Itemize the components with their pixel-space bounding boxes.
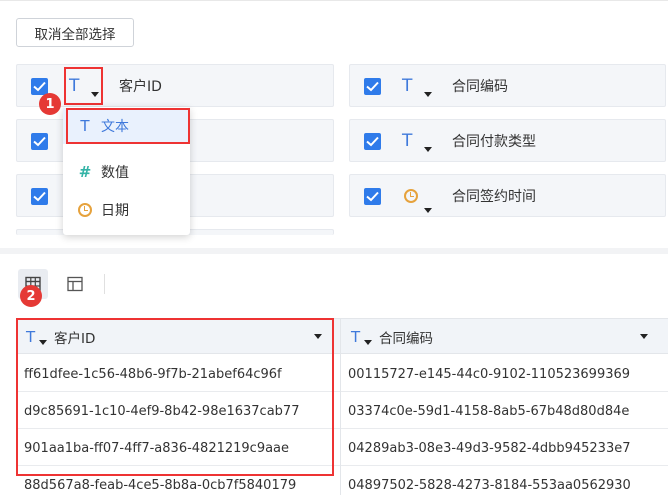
chevron-down-icon	[424, 147, 432, 152]
table-cell: 04289ab3-08e3-49d3-9582-4dbb945233e7	[348, 440, 631, 456]
section-divider	[0, 248, 668, 254]
field-checkbox[interactable]	[364, 133, 381, 150]
date-type-icon	[75, 203, 95, 217]
field-checkbox[interactable]	[364, 78, 381, 95]
table-cell: 04897502-5828-4273-8184-553aa0562930	[348, 477, 631, 493]
dropdown-item-label: 数值	[101, 165, 129, 181]
layout-panel-icon	[67, 276, 83, 292]
dropdown-item-label: 日期	[101, 203, 129, 219]
top-divider	[0, 0, 668, 1]
chevron-down-icon	[424, 92, 432, 97]
text-type-icon: T	[402, 76, 413, 96]
annotation-highlight-type-selector	[64, 67, 103, 105]
field-label: 客户ID	[119, 79, 162, 95]
annotation-badge-1: 1	[39, 93, 61, 115]
date-type-icon	[404, 189, 418, 203]
annotation-badge-2: 2	[20, 285, 42, 307]
dropdown-item-number[interactable]: # 数值	[63, 154, 190, 190]
chevron-down-icon[interactable]	[640, 334, 648, 339]
field-card-sign-time: 合同签约时间	[349, 174, 666, 217]
toolbar-separator	[104, 274, 105, 294]
text-type-icon: T	[402, 131, 413, 151]
table-cell: 03374c0e-59d1-4158-8ab5-67b48d80d84e	[348, 403, 630, 419]
deselect-all-button[interactable]: 取消全部选择	[16, 18, 134, 47]
table-cell: 00115727-e145-44c0-9102-110523699369	[348, 366, 631, 382]
field-label: 合同付款类型	[452, 134, 536, 150]
annotation-highlight-text-option	[66, 108, 190, 144]
field-label: 合同编码	[452, 79, 508, 95]
field-checkbox[interactable]	[364, 188, 381, 205]
chevron-down-icon	[424, 208, 432, 213]
text-type-icon: T	[351, 328, 373, 346]
dropdown-item-date[interactable]: 日期	[63, 192, 190, 228]
field-card-payment-type: T 合同付款类型	[349, 119, 666, 162]
field-label: 合同签约时间	[452, 189, 536, 205]
column-header-contract-code[interactable]: T 合同编码	[341, 319, 668, 354]
layout-view-button[interactable]	[60, 269, 90, 299]
field-checkbox[interactable]	[31, 133, 48, 150]
annotation-highlight-column	[16, 318, 334, 476]
field-checkbox[interactable]	[31, 188, 48, 205]
field-type-selector[interactable]: T	[400, 74, 436, 100]
number-type-icon: #	[78, 163, 92, 181]
field-type-selector[interactable]	[400, 184, 436, 213]
column-divider	[340, 318, 341, 495]
field-type-selector[interactable]: T	[400, 129, 436, 155]
field-card-contract-code: T 合同编码	[349, 64, 666, 107]
column-name: 合同编码	[379, 330, 433, 347]
field-checkbox[interactable]	[31, 78, 48, 95]
